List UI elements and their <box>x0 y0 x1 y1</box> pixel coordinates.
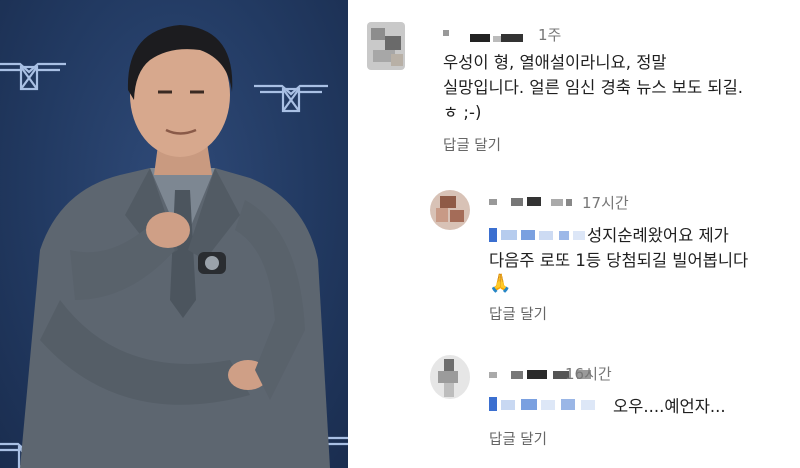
comment-thread: 1주 우성이 형, 열애설이라니요, 정말 실망입니다. 얼른 임신 경축 뉴스… <box>355 0 800 468</box>
man-in-suit-photo <box>20 25 330 468</box>
avatar[interactable] <box>430 355 470 399</box>
reply-button[interactable]: 답글 달기 <box>489 428 547 449</box>
comment-text-line: 성지순례왔어요 제가 <box>587 226 729 245</box>
comment-text-line: 다음주 로또 1등 당첨되길 빌어봅니다 <box>489 251 749 270</box>
avatar[interactable] <box>430 190 470 230</box>
reply-button[interactable]: 답글 달기 <box>443 134 501 155</box>
avatar[interactable] <box>367 22 405 70</box>
comment-timestamp: 17시간 <box>582 194 629 212</box>
reply-button[interactable]: 답글 달기 <box>489 303 547 324</box>
comment-text-line: ㅎ ;-) <box>443 103 482 122</box>
comment-timestamp: 16시간 <box>565 365 612 383</box>
comment-text-line: 실망입니다. 얼른 임신 경축 뉴스 보도 되길. <box>443 78 744 97</box>
photo-panel <box>0 0 348 468</box>
praying-hands-icon: 🙏 <box>489 273 512 294</box>
comment-text-line: 오우....예언자... <box>613 397 726 416</box>
comment-timestamp: 1주 <box>538 26 562 44</box>
comment-text-line: 우성이 형, 열애설이라니요, 정말 <box>443 53 667 72</box>
